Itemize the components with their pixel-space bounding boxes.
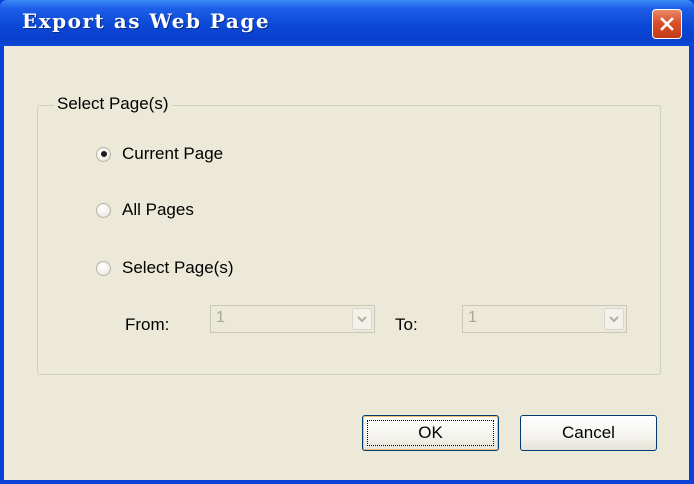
radio-select-pages[interactable]: Select Page(s) bbox=[96, 258, 234, 278]
to-dropdown-button[interactable] bbox=[604, 308, 624, 330]
ok-button[interactable]: OK bbox=[362, 415, 499, 451]
dialog-body: Select Page(s) Current Page All Pages Se… bbox=[4, 46, 689, 480]
from-page-combobox[interactable]: 1 bbox=[210, 305, 375, 333]
to-page-value: 1 bbox=[468, 309, 477, 326]
export-web-page-dialog: Export as Web Page Select Page(s) Curren… bbox=[0, 0, 694, 484]
radio-label-all-pages: All Pages bbox=[122, 200, 194, 219]
dialog-title: Export as Web Page bbox=[22, 9, 271, 33]
group-label: Select Page(s) bbox=[54, 94, 172, 114]
title-bar[interactable]: Export as Web Page bbox=[0, 0, 694, 46]
radio-button[interactable] bbox=[96, 260, 111, 276]
cancel-button-label: Cancel bbox=[562, 423, 615, 442]
close-button[interactable] bbox=[652, 9, 682, 39]
to-label: To: bbox=[395, 315, 418, 334]
radio-dot bbox=[100, 151, 107, 157]
radio-label-current-page: Current Page bbox=[122, 144, 224, 163]
ok-button-label: OK bbox=[418, 423, 443, 442]
close-icon bbox=[660, 17, 674, 31]
radio-all-pages[interactable]: All Pages bbox=[96, 200, 194, 220]
to-page-combobox[interactable]: 1 bbox=[462, 305, 627, 333]
radio-button[interactable] bbox=[96, 202, 111, 218]
from-dropdown-button[interactable] bbox=[352, 308, 372, 330]
chevron-down-icon bbox=[609, 315, 619, 322]
radio-button-selected[interactable] bbox=[96, 146, 111, 162]
from-page-value: 1 bbox=[216, 309, 225, 326]
from-label: From: bbox=[125, 315, 170, 334]
radio-label-select-pages: Select Page(s) bbox=[122, 258, 234, 277]
radio-current-page[interactable]: Current Page bbox=[96, 144, 223, 164]
cancel-button[interactable]: Cancel bbox=[520, 415, 657, 451]
chevron-down-icon bbox=[357, 315, 367, 322]
